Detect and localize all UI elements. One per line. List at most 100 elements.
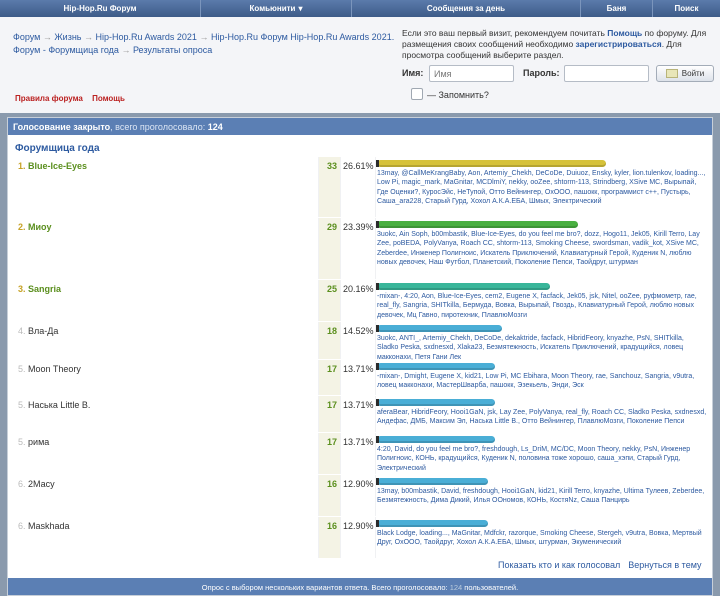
option-details: Black Lodge, loading..., MaGnitar, Mdfck… <box>376 517 708 558</box>
footer-text: пользователей. <box>464 583 519 592</box>
nav-search[interactable]: Поиск <box>653 0 720 17</box>
voter-list: 13may, b00mbastik, David, freshdough, Ho… <box>377 488 705 505</box>
footer-text: Опрос с выбором нескольких вариантов отв… <box>201 583 448 592</box>
option-rank: 1. <box>18 161 26 171</box>
option-name: рима <box>28 437 50 447</box>
option-details: 3uokc, Ain Soph, b00mbastik, Blue-Ice-Ey… <box>376 218 708 279</box>
option-name-cell: 3. Sangria <box>14 280 318 321</box>
nav-today-posts[interactable]: Сообщения за день <box>352 0 581 17</box>
option-name: Вла-Да <box>28 326 59 336</box>
voter-list: -mixan-, Dmight, Eugene X, kid21, Low Pi… <box>377 373 695 390</box>
breadcrumb-separator: → <box>199 32 209 42</box>
percent-bar <box>376 283 550 290</box>
nav-label: Сообщения за день <box>426 4 506 13</box>
option-percent: 12.90% <box>341 475 375 516</box>
percent-bar <box>376 325 502 332</box>
poll-option-row: 3. Sangria 25 20.16% -mixan-, 4:20, Aon, Bl… <box>14 280 708 321</box>
poll-option-row: 2. Миоу 29 23.39% 3uokc, Ain Soph, b00mbast… <box>14 218 708 279</box>
option-rank: 5. <box>18 364 26 374</box>
login-button-label: Войти <box>681 69 705 78</box>
option-rank: 2. <box>18 222 26 232</box>
username-input[interactable]: Имя <box>429 65 514 82</box>
voter-list: aferaBear, HibridFeory, Hooi1GaN, jsk, L… <box>377 409 707 426</box>
percent-bar <box>376 520 488 527</box>
breadcrumb-separator: → <box>84 32 94 42</box>
option-name-cell: 2. Миоу <box>14 218 318 279</box>
option-name: Наська Little B. <box>28 400 91 410</box>
poll-option-row: 5. Moon Theory 17 13.71% -mixan-, Dmight, E… <box>14 360 708 395</box>
option-votes: 16 <box>319 475 340 516</box>
poll-status: Голосование закрыто <box>13 122 111 132</box>
note-text: Если это ваш первый визит, рекомендуем п… <box>402 28 605 38</box>
option-name-cell: 1. Blue-Ice-Eyes <box>14 157 318 217</box>
voter-list: 3uokc, Ain Soph, b00mbastik, Blue-Ice-Ey… <box>377 231 700 267</box>
percent-bar <box>376 478 488 485</box>
rules-link[interactable]: Правила форума <box>15 94 83 103</box>
nav-community[interactable]: Комьюнити ▾ <box>201 0 352 17</box>
option-rank: 6. <box>18 521 26 531</box>
option-details: 3uokc, ANTI_, Artemiy_Chekh, DeCoDe, dek… <box>376 322 708 361</box>
option-name-cell: 4. Вла-Да <box>14 322 318 359</box>
option-votes: 17 <box>319 396 340 432</box>
option-name: Sangria <box>28 284 62 294</box>
option-name-cell: 6. 2Масу <box>14 475 318 516</box>
option-percent: 26.61% <box>341 157 375 217</box>
poll-option-row: 5. рима 17 13.71% 4:20, David, do you feel … <box>14 433 708 474</box>
option-percent: 23.39% <box>341 218 375 279</box>
option-name: Maskhada <box>28 521 70 531</box>
poll-option-row: 6. Maskhada 16 12.90% Black Lodge, loading.… <box>14 517 708 558</box>
voter-list: -mixan-, 4:20, Aon, Blue-Ice-Eyes, cem2,… <box>377 293 697 319</box>
nav-banya[interactable]: Баня <box>581 0 653 17</box>
option-votes: 17 <box>319 433 340 474</box>
chevron-down-icon: ▾ <box>298 4 303 13</box>
option-votes: 16 <box>319 517 340 558</box>
poll-status-bar: Голосование закрыто, всего проголосовало… <box>8 118 712 135</box>
option-details: -mixan-, Dmight, Eugene X, kid21, Low Pi… <box>376 360 708 395</box>
option-details: 13may, b00mbastik, David, freshdough, Ho… <box>376 475 708 516</box>
option-details: 4:20, David, do you feel me bro?, freshd… <box>376 433 708 474</box>
username-label: Имя: <box>402 68 424 78</box>
option-percent: 13.71% <box>341 433 375 474</box>
key-icon <box>665 69 678 78</box>
option-name: Blue-Ice-Eyes <box>28 161 88 171</box>
remember-label: — Запомнить? <box>427 90 489 100</box>
poll-panel: Голосование закрыто, всего проголосовало… <box>7 117 713 596</box>
breadcrumb-results[interactable]: Результаты опроса <box>133 45 212 55</box>
login-button[interactable]: Войти <box>656 65 714 82</box>
option-name-cell: 6. Maskhada <box>14 517 318 558</box>
back-to-thread-link[interactable]: Вернуться в тему <box>628 560 701 570</box>
voter-list: 3uokc, ANTI_, Artemiy_Chekh, DeCoDe, dek… <box>377 335 684 361</box>
breadcrumb-life[interactable]: Жизнь <box>54 32 81 42</box>
breadcrumb-separator: → <box>42 32 52 42</box>
percent-bar <box>376 160 606 167</box>
voter-list: 4:20, David, do you feel me bro?, freshd… <box>377 446 691 472</box>
show-voters-link[interactable]: Показать кто и как голосовал <box>498 560 620 570</box>
option-percent: 13.71% <box>341 396 375 432</box>
poll-option-row: 4. Вла-Да 18 14.52% 3uokc, ANTI_, Artemiy_C… <box>14 322 708 361</box>
poll-links: Показать кто и как голосовал Вернуться в … <box>490 560 702 570</box>
help-note-link[interactable]: Помощь <box>607 28 642 38</box>
option-percent: 20.16% <box>341 280 375 321</box>
password-input[interactable] <box>564 65 649 82</box>
option-rank: 6. <box>18 479 26 489</box>
option-name-cell: 5. Наська Little B. <box>14 396 318 432</box>
option-rank: 4. <box>18 326 26 336</box>
option-votes: 25 <box>319 280 340 321</box>
remember-checkbox[interactable] <box>411 88 423 100</box>
header-links: Правила форума Помощь <box>15 94 132 103</box>
percent-bar <box>376 363 495 370</box>
nav-forum-home[interactable]: Hip-Hop.Ru Форум <box>0 0 201 17</box>
option-details: 13may, @CallMeKrangBaby, Aon, Artemiy_Ch… <box>376 157 708 217</box>
poll-question: Форумщица года <box>15 143 100 154</box>
help-link[interactable]: Помощь <box>92 94 125 103</box>
breadcrumb-forum[interactable]: Форум <box>13 32 40 42</box>
breadcrumb-awards[interactable]: Hip-Hop.Ru Awards 2021 <box>96 32 197 42</box>
option-votes: 29 <box>319 218 340 279</box>
poll-option-row: 5. Наська Little B. 17 13.71% aferaBear, Hi… <box>14 396 708 432</box>
option-name-cell: 5. Moon Theory <box>14 360 318 395</box>
option-rank: 3. <box>18 284 26 294</box>
option-name: Moon Theory <box>28 364 81 374</box>
breadcrumb: Форум → Жизнь → Hip-Hop.Ru Awards 2021 →… <box>13 31 396 57</box>
option-votes: 17 <box>319 360 340 395</box>
register-link[interactable]: зарегистрироваться <box>576 39 662 49</box>
